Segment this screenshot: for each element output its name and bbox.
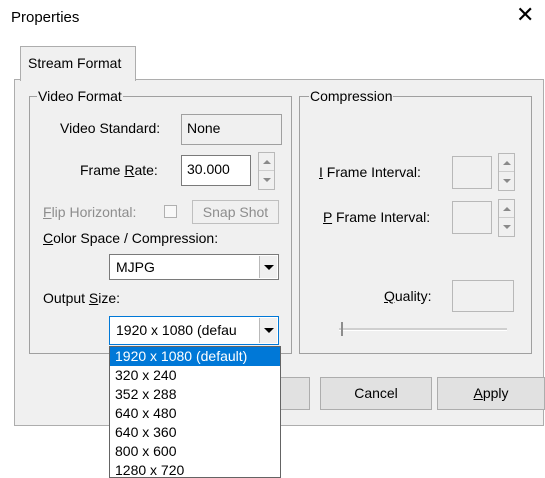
frame-rate-spinner[interactable] <box>258 152 275 190</box>
window-title: Properties <box>11 9 80 26</box>
cancel-button[interactable]: Cancel <box>320 377 432 410</box>
p-frame-interval-label: P Frame Interval: <box>323 209 431 225</box>
p-frame-spinner[interactable] <box>498 199 515 237</box>
output-size-value: 1920 x 1080 (defau <box>116 322 237 338</box>
dropdown-option[interactable]: 800 x 600 <box>110 442 280 461</box>
video-format-group-label: Video Format <box>37 88 123 104</box>
apply-button[interactable]: Apply <box>437 377 545 410</box>
output-size-label: Output Size: <box>43 290 121 306</box>
flip-horizontal-checkbox[interactable] <box>164 205 177 218</box>
chevron-down-icon[interactable] <box>259 256 277 278</box>
i-frame-interval-label: I Frame Interval: <box>319 164 421 180</box>
video-standard-value: None <box>187 120 221 136</box>
output-size-dropdown-list[interactable]: 1920 x 1080 (default) 320 x 240 352 x 28… <box>109 346 281 478</box>
quality-label: Quality: <box>384 288 432 304</box>
frame-rate-label: Frame Rate: <box>80 162 158 178</box>
color-space-select[interactable]: MJPG <box>109 254 279 280</box>
spin-down-icon[interactable] <box>499 172 514 190</box>
frame-rate-input[interactable]: 30.000 <box>181 155 251 186</box>
tab-stream-format[interactable]: Stream Format <box>20 46 136 81</box>
output-size-select[interactable]: 1920 x 1080 (defau <box>109 316 279 345</box>
snap-shot-button[interactable]: Snap Shot <box>192 200 279 224</box>
chevron-down-icon[interactable] <box>259 318 277 343</box>
quality-slider-thumb[interactable] <box>341 322 343 336</box>
i-frame-interval-input[interactable] <box>452 156 492 189</box>
compression-group-label: Compression <box>309 88 394 104</box>
dropdown-option[interactable]: 352 x 288 <box>110 385 280 404</box>
p-frame-interval-input[interactable] <box>452 201 492 234</box>
dropdown-option[interactable]: 320 x 240 <box>110 366 280 385</box>
spin-up-icon[interactable] <box>499 200 514 218</box>
video-standard-field: None <box>181 114 282 145</box>
spin-up-icon[interactable] <box>499 154 514 172</box>
dropdown-option[interactable]: 1920 x 1080 (default) <box>110 347 280 366</box>
dropdown-option[interactable]: 1280 x 720 <box>110 461 280 477</box>
color-space-value: MJPG <box>116 259 155 275</box>
dropdown-option[interactable]: 640 x 360 <box>110 423 280 442</box>
video-standard-label: Video Standard: <box>60 120 161 136</box>
frame-rate-value: 30.000 <box>187 161 230 177</box>
flip-horizontal-label: Flip Horizontal: <box>43 204 137 220</box>
close-icon[interactable]: ✕ <box>516 4 534 26</box>
spin-down-icon[interactable] <box>499 218 514 236</box>
i-frame-spinner[interactable] <box>498 153 515 191</box>
spin-down-icon[interactable] <box>259 171 274 189</box>
spin-up-icon[interactable] <box>259 153 274 171</box>
quality-slider-track[interactable] <box>339 328 507 331</box>
color-space-label: Color Space / Compression: <box>43 230 219 246</box>
quality-input[interactable] <box>452 280 514 312</box>
dropdown-option[interactable]: 640 x 480 <box>110 404 280 423</box>
